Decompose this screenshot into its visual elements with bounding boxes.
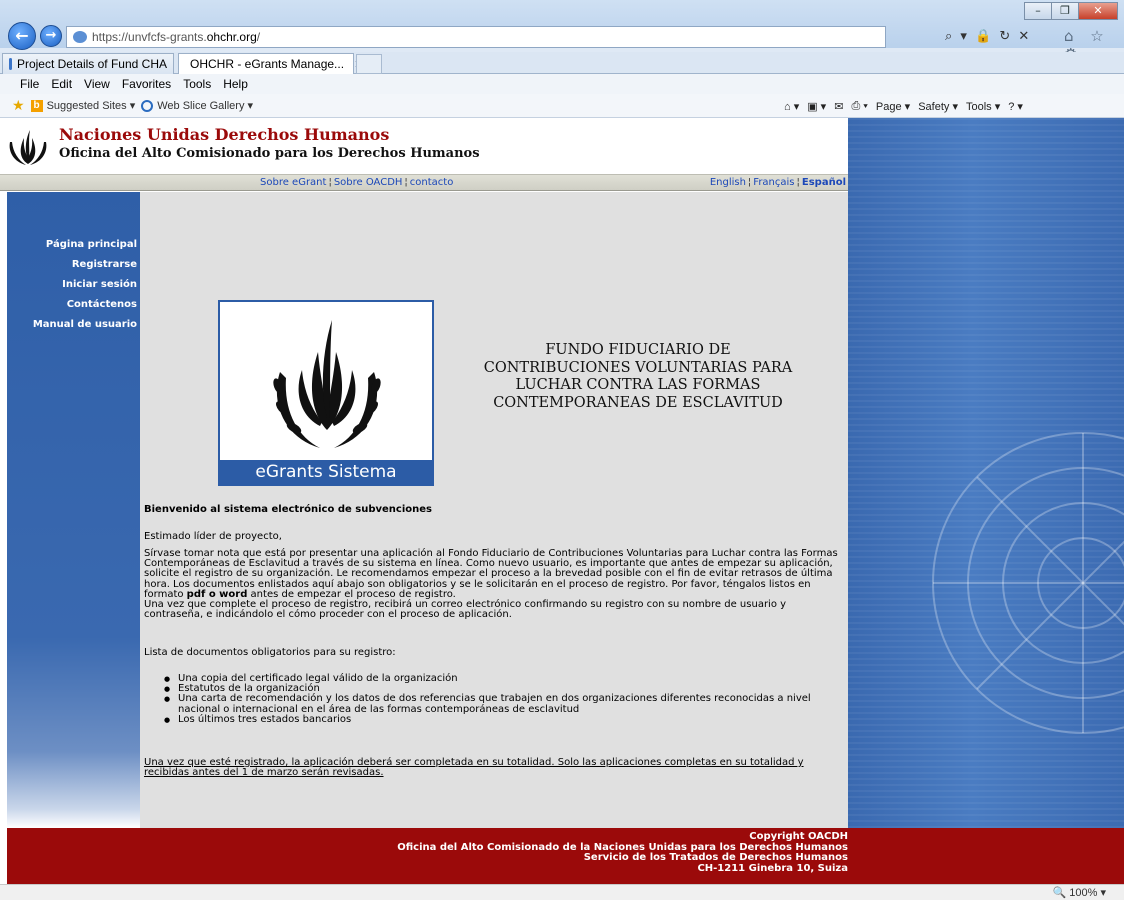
main-content: eGrants Sistema FUNDO FIDUCIARIO DE CONT… <box>140 192 848 828</box>
address-bar[interactable]: https://unvfcfs-grants. ohchr.org / <box>66 26 886 48</box>
page-menu-button[interactable]: Page ▾ <box>876 100 910 113</box>
lang-spanish-link[interactable]: Español <box>802 177 846 188</box>
about-oacdh-link[interactable]: Sobre OACDH <box>334 177 403 188</box>
tools-menu-button[interactable]: Tools ▾ <box>966 100 1000 113</box>
zoom-value: 100% ▾ <box>1069 887 1106 899</box>
menu-file[interactable]: File <box>20 77 39 91</box>
command-bar: ⌂ ▾ ▣ ▾ ✉ ⎙ ▾ Page ▾ Safety ▾ Tools ▾ ? … <box>784 94 1031 118</box>
title-bar: – ❐ ✕ ← → https://unvfcfs-grants. ohchr.o… <box>0 0 1124 63</box>
nav-register[interactable]: Registrarse <box>10 259 140 270</box>
nav-contact[interactable]: Contáctenos <box>10 299 140 310</box>
nav-login[interactable]: Iniciar sesión <box>10 279 140 290</box>
site-subtitle: Oficina del Alto Comisionado para los De… <box>59 146 480 161</box>
web-slice-gallery-link[interactable]: Web Slice Gallery ▾ <box>141 99 253 112</box>
list-item: Los últimos tres estados bancarios <box>164 714 844 725</box>
menu-tools[interactable]: Tools <box>183 77 211 91</box>
url-suffix: / <box>256 30 261 44</box>
suggested-sites-label: Suggested Sites ▾ <box>46 100 136 112</box>
left-navigation: Página principal Registrarse Iniciar ses… <box>7 192 140 828</box>
web-slice-gallery-label: Web Slice Gallery ▾ <box>157 100 254 112</box>
site-header: Naciones Unidas Derechos Humanos Oficina… <box>0 118 848 174</box>
footer-address: CH-1211 Ginebra 10, Suiza <box>697 862 848 874</box>
window-controls: – ❐ ✕ <box>1024 2 1118 20</box>
tab-project-details[interactable]: Project Details of Fund CHA <box>2 53 174 74</box>
bing-icon: b <box>30 99 43 112</box>
site-title: Naciones Unidas Derechos Humanos <box>59 125 390 144</box>
menu-favorites[interactable]: Favorites <box>122 77 171 91</box>
new-tab-button[interactable] <box>356 54 382 74</box>
menu-view[interactable]: View <box>84 77 110 91</box>
favorites-star-icon[interactable]: ★ <box>12 97 25 114</box>
ie-icon <box>141 99 154 112</box>
right-decorative-panel <box>848 118 1124 828</box>
documents-list-title: Lista de documentos obligatorios para su… <box>144 647 396 658</box>
restore-button[interactable]: ❐ <box>1051 2 1079 20</box>
menu-help[interactable]: Help <box>223 77 248 91</box>
footer-copyright: Copyright OACDH <box>749 831 848 842</box>
footer-service: Servicio de los Tratados de Derechos Hum… <box>583 852 848 863</box>
home-menu-button[interactable]: ⌂ ▾ <box>784 100 799 113</box>
documents-list: Una copia del certificado legal válido d… <box>164 673 844 725</box>
link-bar: Sobre eGrant ¦ Sobre OACDH ¦ contacto Englis… <box>0 174 848 191</box>
greeting-text: Estimado líder de proyecto, <box>144 531 282 542</box>
tab-label: OHCHR - eGrants Manage... <box>190 57 345 71</box>
tab-label: Project Details of Fund CHA <box>16 57 167 71</box>
about-egrant-link[interactable]: Sobre eGrant <box>260 177 326 188</box>
link-separator: ¦ <box>328 177 332 188</box>
link-separator: ¦ <box>404 177 408 188</box>
site-identity-icon <box>73 31 87 43</box>
lang-english-link[interactable]: English <box>710 177 746 188</box>
ie-page-icon <box>9 58 12 70</box>
egrants-system-label: eGrants Sistema <box>220 460 432 484</box>
zoom-level-button[interactable]: 🔍 100% ▾ <box>1053 886 1106 899</box>
help-menu-button[interactable]: ? ▾ <box>1008 100 1023 113</box>
ohchr-logo-icon[interactable] <box>4 124 52 168</box>
deadline-note: Una vez que esté registrado, la aplicaci… <box>144 757 804 779</box>
list-item: Una carta de recomendación y los datos d… <box>164 694 844 715</box>
favorites-bar: ★ b Suggested Sites ▾ Web Slice Gallery … <box>0 94 1124 118</box>
intro-text-c: Una vez que complete el proceso de regis… <box>144 599 787 621</box>
url-domain: ohchr.org <box>206 30 257 44</box>
lang-french-link[interactable]: Français <box>753 177 794 188</box>
ohchr-flame-laurel-icon <box>273 320 381 448</box>
intro-paragraph: Sírvase tomar nota que está por presenta… <box>144 548 844 621</box>
un-emblem-watermark-icon <box>932 432 1124 734</box>
fund-title: FUNDO FIDUCIARIO DE CONTRIBUCIONES VOLUN… <box>483 342 793 411</box>
forward-button[interactable]: → <box>40 25 62 47</box>
language-links: English ¦ Français ¦ Español <box>710 177 846 188</box>
feeds-menu-button[interactable]: ▣ ▾ <box>807 100 826 113</box>
print-menu-button[interactable]: ⎙ ▾ <box>851 100 867 113</box>
site-footer: Copyright OACDH Oficina del Alto Comisio… <box>7 828 1124 884</box>
top-links: Sobre eGrant ¦ Sobre OACDH ¦ contacto <box>260 177 453 188</box>
contact-link[interactable]: contacto <box>410 177 454 188</box>
link-separator: ¦ <box>796 177 800 188</box>
back-button[interactable]: ← <box>8 22 36 50</box>
status-bar: 🔍 100% ▾ <box>0 884 1124 900</box>
url-prefix: https://unvfcfs-grants. <box>92 30 207 44</box>
close-window-button[interactable]: ✕ <box>1078 2 1118 20</box>
link-separator: ¦ <box>747 177 752 188</box>
minimize-button[interactable]: – <box>1024 2 1052 20</box>
web-page: Naciones Unidas Derechos Humanos Oficina… <box>0 118 1124 884</box>
menu-edit[interactable]: Edit <box>51 77 72 91</box>
mail-button[interactable]: ✉ <box>834 100 843 113</box>
tab-ohchr-egrants[interactable]: OHCHR - eGrants Manage... ✕ <box>178 53 363 74</box>
welcome-heading: Bienvenido al sistema electrónico de sub… <box>144 504 432 515</box>
address-tools-icons[interactable]: ⌕ ▾ 🔒 ↻ ✕ <box>945 29 1031 44</box>
egrants-logo-box: eGrants Sistema <box>218 300 434 486</box>
nav-user-manual[interactable]: Manual de usuario <box>10 319 140 330</box>
browser-chrome: – ❐ ✕ ← → https://unvfcfs-grants. ohchr.o… <box>0 0 1124 118</box>
safety-menu-button[interactable]: Safety ▾ <box>918 100 958 113</box>
suggested-sites-link[interactable]: b Suggested Sites ▾ <box>30 99 136 112</box>
tab-bar: Project Details of Fund CHA OHCHR - eGra… <box>0 52 1124 74</box>
nav-home[interactable]: Página principal <box>10 239 140 250</box>
menu-bar: File Edit View Favorites Tools Help <box>0 74 1124 94</box>
